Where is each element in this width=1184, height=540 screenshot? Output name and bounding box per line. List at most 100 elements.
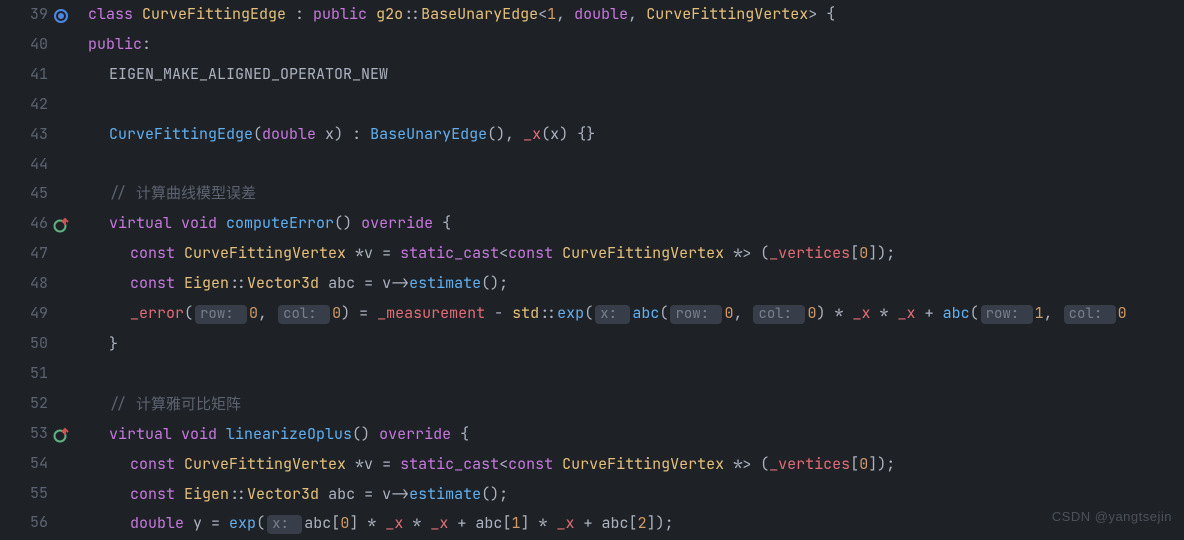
override-up-icon[interactable] bbox=[52, 425, 70, 443]
token-pun: ]); bbox=[647, 513, 674, 533]
token-pun: ( bbox=[253, 124, 262, 144]
line-number[interactable]: 46 bbox=[0, 209, 70, 239]
token-pun: ( bbox=[256, 513, 265, 533]
line-number[interactable]: 39 bbox=[0, 0, 70, 30]
token-pun: ( bbox=[751, 243, 769, 263]
line-number[interactable]: 43 bbox=[0, 120, 70, 150]
token-kw: const bbox=[130, 243, 184, 263]
line-number[interactable]: 51 bbox=[0, 359, 70, 389]
token-op: *> bbox=[733, 454, 751, 474]
code-line[interactable]: _error(row: 0, col: 0) = _measurement - … bbox=[88, 299, 1184, 330]
token-ident: abc bbox=[304, 513, 331, 533]
inlay-hint: x: bbox=[267, 515, 302, 534]
implements-icon[interactable] bbox=[52, 6, 70, 24]
code-line[interactable]: class CurveFittingEdge : public g2o::Bas… bbox=[88, 0, 1184, 30]
override-up-icon[interactable] bbox=[52, 215, 70, 233]
code-line[interactable] bbox=[88, 360, 1184, 390]
token-op: * bbox=[355, 454, 364, 474]
inlay-hint: col: bbox=[1064, 305, 1116, 324]
token-ident: abc bbox=[602, 513, 629, 533]
token-fn: abc bbox=[632, 303, 659, 323]
token-pun: ( bbox=[184, 303, 193, 323]
token-op: + bbox=[448, 513, 475, 533]
code-line[interactable] bbox=[88, 150, 1184, 180]
line-number[interactable]: 56 bbox=[0, 508, 70, 538]
token-pun: ( bbox=[751, 454, 769, 474]
code-line[interactable]: const CurveFittingVertex *v = static_cas… bbox=[88, 450, 1184, 480]
token-kw: virtual bbox=[109, 424, 181, 444]
code-line[interactable]: const Eigen::Vector3d abc = v->estimate(… bbox=[88, 480, 1184, 510]
line-number[interactable]: 41 bbox=[0, 60, 70, 90]
token-kw: public bbox=[313, 4, 376, 24]
token-pun: ( bbox=[659, 303, 668, 323]
token-kw: void bbox=[181, 424, 226, 444]
line-number[interactable]: 52 bbox=[0, 389, 70, 419]
token-op: = bbox=[373, 454, 400, 474]
token-pun: [ bbox=[850, 454, 859, 474]
token-kw: double bbox=[130, 513, 193, 533]
code-line[interactable]: // 计算雅可比矩阵 bbox=[88, 390, 1184, 420]
token-pun: [ bbox=[850, 243, 859, 263]
code-line[interactable]: public: bbox=[88, 30, 1184, 60]
line-number[interactable]: 53 bbox=[0, 419, 70, 449]
code-line[interactable]: } bbox=[88, 330, 1184, 360]
line-number[interactable]: 44 bbox=[0, 150, 70, 180]
token-type: CurveFittingVertex bbox=[562, 243, 733, 263]
token-op: , bbox=[505, 124, 523, 144]
token-type: CurveFittingVertex bbox=[184, 454, 355, 474]
line-number[interactable]: 54 bbox=[0, 449, 70, 479]
token-ident: abc bbox=[475, 513, 502, 533]
token-op: + bbox=[575, 513, 602, 533]
code-line[interactable]: EIGEN_MAKE_ALIGNED_OPERATOR_NEW bbox=[88, 60, 1184, 90]
token-num: 0 bbox=[340, 513, 349, 533]
token-ident: x bbox=[316, 124, 334, 144]
token-ident: abc bbox=[328, 484, 355, 504]
token-op: -> bbox=[391, 273, 409, 293]
token-pun: ) bbox=[334, 124, 343, 144]
token-kw: double bbox=[262, 124, 316, 144]
code-line[interactable] bbox=[88, 90, 1184, 120]
token-pun: (); bbox=[481, 484, 508, 504]
token-scope: :: bbox=[403, 4, 421, 24]
line-number[interactable]: 40 bbox=[0, 30, 70, 60]
token-type: CurveFittingVertex bbox=[562, 454, 733, 474]
code-line[interactable]: const CurveFittingVertex *v = static_cas… bbox=[88, 239, 1184, 269]
token-num: 1 bbox=[547, 4, 556, 24]
inlay-hint: col: bbox=[278, 305, 330, 324]
code-line[interactable]: const Eigen::Vector3d abc = v->estimate(… bbox=[88, 269, 1184, 299]
code-line[interactable]: double y = exp(x: abc[0] * _x * _x + abc… bbox=[88, 509, 1184, 540]
code-area[interactable]: class CurveFittingEdge : public g2o::Bas… bbox=[78, 0, 1184, 538]
token-pun: () bbox=[352, 424, 379, 444]
token-kw: public bbox=[88, 34, 142, 54]
line-number[interactable]: 48 bbox=[0, 269, 70, 299]
code-line[interactable]: CurveFittingEdge(double x) : BaseUnaryEd… bbox=[88, 120, 1184, 150]
line-number[interactable]: 49 bbox=[0, 299, 70, 329]
token-kw: override bbox=[379, 424, 451, 444]
token-pun: ( bbox=[584, 303, 593, 323]
token-op: < bbox=[499, 454, 508, 474]
token-op: < bbox=[538, 4, 547, 24]
line-number[interactable]: 45 bbox=[0, 179, 70, 209]
token-pun: { bbox=[817, 4, 835, 24]
inlay-hint: row: bbox=[670, 305, 722, 324]
inlay-hint: x: bbox=[595, 305, 630, 324]
token-kw: const bbox=[508, 454, 562, 474]
line-number-gutter[interactable]: 394041424344454647484950515253545556 bbox=[0, 0, 78, 538]
token-pun: { bbox=[433, 213, 451, 233]
line-number[interactable]: 47 bbox=[0, 239, 70, 269]
token-ident: EIGEN_MAKE_ALIGNED_OPERATOR_NEW bbox=[109, 64, 388, 84]
token-field: _vertices bbox=[769, 243, 850, 263]
token-type: CurveFittingVertex bbox=[184, 243, 355, 263]
code-line[interactable]: virtual void linearizeOplus() override { bbox=[88, 420, 1184, 450]
token-ident: x bbox=[550, 124, 559, 144]
token-kw: const bbox=[130, 273, 184, 293]
code-editor[interactable]: 394041424344454647484950515253545556 cla… bbox=[0, 0, 1184, 538]
token-scope: :: bbox=[229, 484, 247, 504]
code-line[interactable]: virtual void computeError() override { bbox=[88, 209, 1184, 239]
line-number[interactable]: 55 bbox=[0, 479, 70, 509]
line-number[interactable]: 42 bbox=[0, 90, 70, 120]
token-type: BaseUnaryEdge bbox=[421, 4, 538, 24]
code-line[interactable]: // 计算曲线模型误差 bbox=[88, 179, 1184, 209]
line-number[interactable]: 50 bbox=[0, 329, 70, 359]
token-fn: estimate bbox=[409, 273, 481, 293]
